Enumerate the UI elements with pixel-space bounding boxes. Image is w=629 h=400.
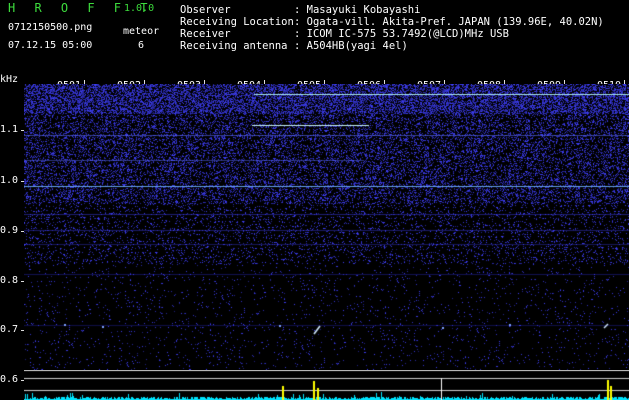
date-time: 07.12.15 05:00 [8, 40, 93, 51]
y-tick-label: 1.0 [0, 175, 19, 186]
y-tick-label: 0.6 [0, 374, 19, 385]
meteor-count: 6 [138, 40, 145, 51]
antenna-label: Receiving antenna [180, 40, 288, 52]
y-axis-unit: kHz [0, 74, 19, 85]
observer-label: Observer [180, 4, 231, 16]
receiver-value: : ICOM IC-575 53.7492(@LCD)MHz USB [294, 28, 509, 40]
meteor-label: meteor [123, 26, 160, 37]
receiver-label: Receiver [180, 28, 231, 40]
antenna-row: Receiving antenna : A504HB(yagi 4el) [180, 40, 408, 52]
app-version: 1.0.0 [124, 3, 155, 14]
location-label: Receiving Location [180, 16, 294, 28]
antenna-value: : A504HB(yagi 4el) [294, 40, 408, 52]
y-tick-label: 0.9 [0, 225, 19, 236]
y-tick-label: 0.8 [0, 275, 19, 286]
location-row: Receiving Location: Ogata-vill. Akita-Pr… [180, 16, 604, 28]
observer-value: : Masayuki Kobayashi [294, 4, 421, 16]
y-tick-label: 1.1 [0, 124, 19, 135]
meteor-strip [24, 370, 629, 400]
spectrogram-plot [24, 84, 629, 370]
receiver-row: Receiver : ICOM IC-575 53.7492(@LCD)MHz U… [180, 28, 509, 40]
y-tick-label: 0.7 [0, 324, 19, 335]
location-value: : Ogata-vill. Akita-Pref. JAPAN (139.96E… [294, 16, 604, 28]
observer-row: Observer : Masayuki Kobayashi [180, 4, 420, 16]
file-name: 0712150500.png [8, 22, 93, 33]
